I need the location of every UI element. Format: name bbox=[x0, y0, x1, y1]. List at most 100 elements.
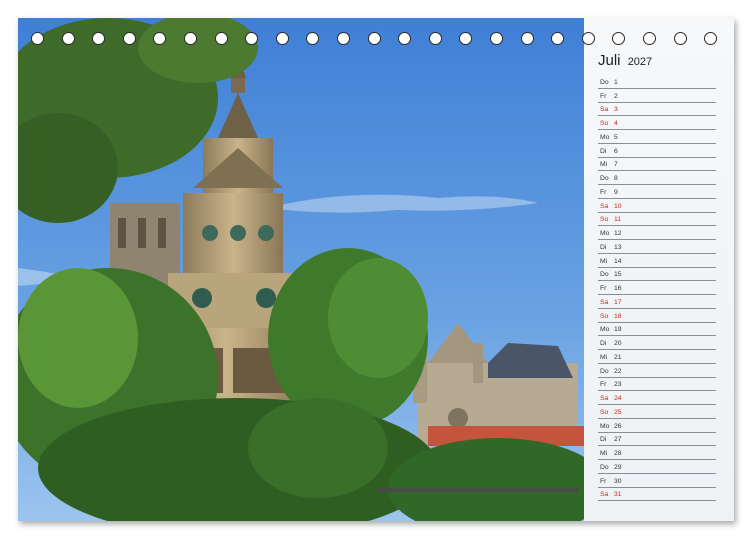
day-number: 13 bbox=[614, 243, 622, 251]
binding-hole bbox=[275, 32, 289, 45]
day-number: 25 bbox=[614, 408, 622, 416]
day-number: 20 bbox=[614, 340, 622, 347]
day-number: 5 bbox=[614, 133, 618, 141]
day-list: Do 1 Fr 2 Sa 3 So 4 Mo 5 Di 6 Mi 7 Do 8 Fr 9 Sa 10 So 11 Mo 12 D… bbox=[598, 75, 716, 502]
day-row: Sa 24 bbox=[598, 391, 716, 405]
day-number: 24 bbox=[614, 395, 622, 402]
day-number: 23 bbox=[614, 381, 622, 389]
weekday-label: Sa bbox=[600, 106, 609, 114]
day-number: 31 bbox=[614, 491, 622, 499]
day-row: Do 22 bbox=[598, 364, 716, 378]
year: 2027 bbox=[627, 56, 653, 68]
binding-hole bbox=[398, 32, 412, 45]
day-number: 28 bbox=[614, 450, 622, 457]
weekday-label: Do bbox=[600, 463, 609, 471]
day-number: 7 bbox=[614, 161, 618, 169]
weekday-label: Fr bbox=[600, 92, 607, 100]
day-number: 30 bbox=[614, 477, 622, 485]
weekday-label: Sa bbox=[600, 395, 609, 402]
weekday-label: Mo bbox=[600, 133, 610, 141]
day-number: 6 bbox=[614, 147, 618, 155]
day-number: 15 bbox=[614, 271, 622, 279]
weekday-label: Mi bbox=[600, 161, 608, 169]
month-heading: Juli 2027 bbox=[598, 52, 652, 69]
day-number: 9 bbox=[614, 188, 618, 196]
day-number: 27 bbox=[614, 436, 622, 444]
day-row: Do 15 bbox=[598, 268, 716, 282]
binding-hole bbox=[459, 32, 473, 45]
weekday-label: Mi bbox=[600, 257, 608, 265]
weekday-label: Mi bbox=[600, 450, 608, 457]
day-row: Do 1 bbox=[598, 75, 716, 89]
binding-hole bbox=[643, 32, 656, 45]
binding-hole bbox=[61, 32, 75, 45]
weekday-label: Do bbox=[600, 367, 609, 375]
day-row: Sa 31 bbox=[598, 488, 716, 502]
day-number: 21 bbox=[614, 353, 622, 361]
day-number: 19 bbox=[614, 326, 622, 334]
day-number: 18 bbox=[614, 312, 622, 320]
day-number: 3 bbox=[614, 106, 618, 114]
day-row: Do 29 bbox=[598, 460, 716, 474]
day-number: 14 bbox=[614, 257, 622, 265]
calendar-panel: Juli 2027 Do 1 Fr 2 Sa 3 So 4 Mo 5 Di 6 Mi 7 Do 8 Fr 9 Sa 1… bbox=[584, 18, 734, 521]
day-row: Sa 17 bbox=[598, 295, 716, 309]
day-row: Mi 28 bbox=[598, 446, 716, 460]
day-number: 26 bbox=[614, 422, 622, 430]
calendar-page: Juli 2027 Do 1 Fr 2 Sa 3 So 4 Mo 5 Di 6 Mi 7 Do 8 Fr 9 Sa 1… bbox=[18, 18, 734, 521]
binding-hole bbox=[428, 32, 442, 45]
day-row: Di 27 bbox=[598, 433, 716, 447]
weekday-label: Fr bbox=[600, 381, 607, 389]
photo-illustration bbox=[18, 18, 584, 521]
day-number: 10 bbox=[614, 202, 622, 210]
weekday-label: Di bbox=[600, 243, 607, 251]
day-number: 22 bbox=[614, 367, 622, 375]
binding-hole bbox=[306, 32, 320, 45]
month-name: Juli bbox=[598, 52, 621, 69]
day-row: Sa 10 bbox=[598, 199, 716, 213]
binding-hole bbox=[245, 32, 259, 45]
binding-hole bbox=[92, 32, 106, 45]
day-row: Fr 23 bbox=[598, 378, 716, 392]
weekday-label: Mo bbox=[600, 230, 610, 237]
day-row: Fr 9 bbox=[598, 185, 716, 199]
day-number: 2 bbox=[614, 92, 618, 100]
day-number: 1 bbox=[614, 78, 618, 86]
binding-hole bbox=[214, 32, 228, 45]
day-row: Mi 21 bbox=[598, 350, 716, 364]
day-row: Mo 12 bbox=[598, 226, 716, 240]
day-row: Di 13 bbox=[598, 240, 716, 254]
binding-hole bbox=[31, 32, 44, 45]
day-row: So 25 bbox=[598, 405, 716, 419]
binding-hole bbox=[612, 32, 626, 45]
weekday-label: Mo bbox=[600, 422, 610, 430]
binding-hole bbox=[337, 32, 350, 45]
binding-hole bbox=[367, 32, 381, 45]
weekday-label: Di bbox=[600, 436, 607, 444]
weekday-label: So bbox=[600, 312, 609, 320]
day-row: Fr 16 bbox=[598, 281, 716, 295]
binding-hole bbox=[490, 32, 503, 45]
weekday-label: Fr bbox=[600, 477, 607, 485]
day-row: Di 20 bbox=[598, 336, 716, 350]
binding-hole bbox=[184, 32, 197, 45]
day-number: 17 bbox=[614, 298, 622, 306]
day-row: So 18 bbox=[598, 309, 716, 323]
day-row: Mo 5 bbox=[598, 130, 716, 144]
binding-hole bbox=[520, 32, 534, 45]
day-row: Mo 26 bbox=[598, 419, 716, 433]
day-row: Mo 19 bbox=[598, 323, 716, 337]
day-number: 12 bbox=[614, 230, 622, 237]
binding-hole bbox=[704, 32, 718, 45]
day-row: Fr 30 bbox=[598, 474, 716, 488]
month-photo bbox=[18, 18, 584, 521]
weekday-label: Sa bbox=[600, 298, 609, 306]
day-row: So 4 bbox=[598, 116, 716, 130]
weekday-label: Do bbox=[600, 78, 609, 86]
binding-hole bbox=[153, 32, 167, 45]
day-number: 4 bbox=[614, 120, 618, 127]
weekday-label: Do bbox=[600, 175, 609, 182]
weekday-label: Mi bbox=[600, 353, 608, 361]
day-number: 16 bbox=[614, 285, 622, 292]
weekday-label: Mo bbox=[600, 326, 610, 334]
